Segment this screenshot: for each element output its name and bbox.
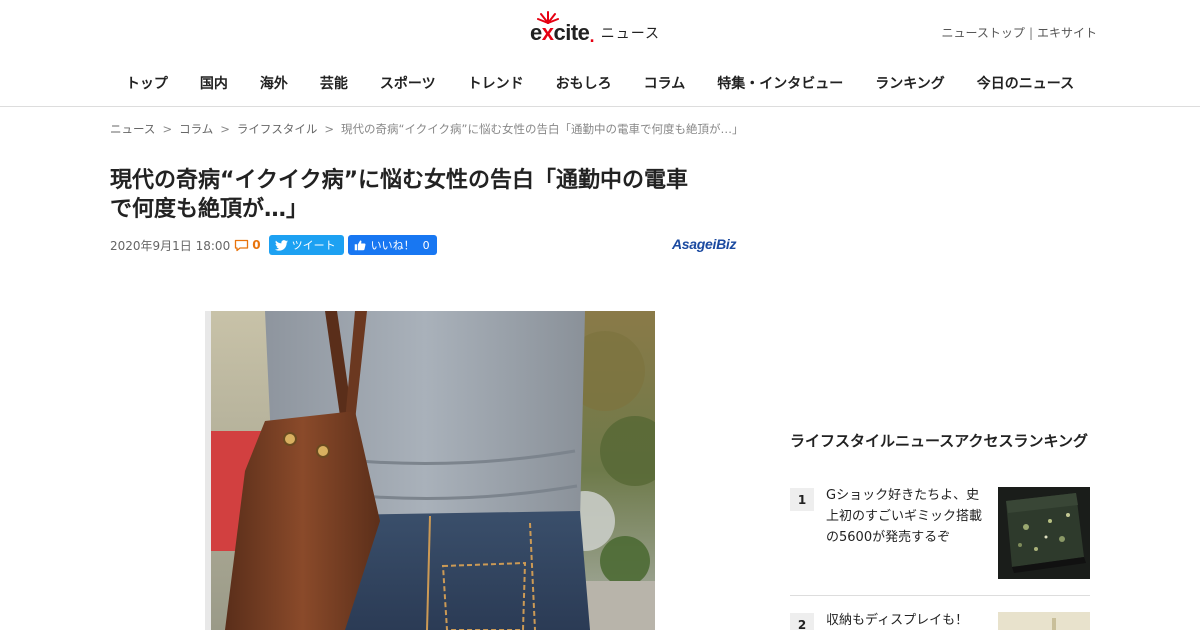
- ranking-headline[interactable]: Gショック好きたちよ、史上初のすごいギミック搭載の5600が発売するぞ: [826, 485, 990, 548]
- twitter-bird-icon: [274, 239, 288, 251]
- tweet-button[interactable]: ツイート: [268, 235, 344, 255]
- ranking-title: ライフスタイルニュースアクセスランキング: [790, 432, 1089, 450]
- comment-link[interactable]: 0: [234, 238, 261, 252]
- article-title-line1: 現代の奇病“イクイク病”に悩む女性の告白「通勤中の電車: [110, 168, 689, 193]
- nav-item-feature[interactable]: 特集・インタビュー: [701, 73, 859, 93]
- asagei-biz-logo[interactable]: AsageiBiz: [672, 236, 737, 252]
- ranking-item[interactable]: 1 Gショック好きたちよ、史上初のすごいギミック搭載の5600が発売するぞ: [790, 487, 1090, 587]
- article-photo: [205, 311, 655, 630]
- like-label: いいね！: [370, 239, 415, 252]
- excite-logo[interactable]: excite . ニュース: [530, 11, 661, 46]
- breadcrumb: ニュース > コラム > ライフスタイル > 現代の奇病“イクイク病”に悩む女性の告白「通勤…: [110, 121, 743, 137]
- gshock-box-image: [998, 487, 1090, 579]
- article-title-line2: で何度も絶頂が…」: [110, 197, 309, 222]
- breadcrumb-news[interactable]: ニュース: [110, 122, 155, 136]
- breadcrumb-current: 現代の奇病“イクイク病”に悩む女性の告白「通勤中の電車で何度も絶頂が…」: [341, 122, 744, 136]
- site-header: excite . ニュース ニューストップ | エキサイト トップ 国内 海外 芸能…: [0, 0, 1200, 107]
- breadcrumb-column[interactable]: コラム: [179, 122, 213, 136]
- nav-item-ranking[interactable]: ランキング: [859, 73, 961, 93]
- nav-item-funny[interactable]: おもしろ: [540, 73, 628, 93]
- comment-icon: [235, 239, 249, 251]
- logo-wordmark: excite: [530, 11, 590, 46]
- logo-section-label: ニュース: [600, 26, 661, 42]
- article-date: 2020年9月1日 18:00: [110, 238, 231, 253]
- comment-count: 0: [252, 238, 261, 252]
- ranking-thumbnail[interactable]: [998, 487, 1090, 579]
- header-links: ニューストップ | エキサイト: [942, 24, 1097, 41]
- ranking-divider: [790, 595, 1090, 596]
- breadcrumb-separator: >: [324, 122, 335, 136]
- ranking-thumbnail[interactable]: [998, 612, 1090, 630]
- nav-item-today[interactable]: 今日のニュース: [961, 73, 1090, 93]
- ranking-headline[interactable]: 収納もディスプレイも！: [826, 610, 990, 630]
- breadcrumb-lifestyle[interactable]: ライフスタイル: [237, 122, 318, 136]
- ranking-number: 2: [790, 613, 814, 630]
- article-meta: 2020年9月1日 18:00 0 ツイート いいね！ 0: [110, 235, 437, 255]
- tweet-label: ツイート: [291, 239, 336, 252]
- logo-sun-icon: [537, 11, 559, 24]
- ranking-item[interactable]: 2 収納もディスプレイも！: [790, 612, 1090, 630]
- nav-item-entertainment[interactable]: 芸能: [304, 73, 364, 93]
- like-count: 0: [422, 238, 430, 252]
- news-top-link[interactable]: ニューストップ: [942, 26, 1025, 40]
- nav-item-top[interactable]: トップ: [110, 73, 184, 93]
- category-nav: トップ 国内 海外 芸能 スポーツ トレンド おもしろ コラム 特集・インタビュ…: [0, 73, 1200, 93]
- nav-item-international[interactable]: 海外: [244, 73, 304, 93]
- storage-image: [998, 612, 1090, 630]
- nav-item-domestic[interactable]: 国内: [184, 73, 244, 93]
- ranking-number: 1: [790, 488, 814, 511]
- excite-link[interactable]: エキサイト: [1037, 26, 1097, 40]
- breadcrumb-separator: >: [162, 122, 173, 136]
- article-title: 現代の奇病“イクイク病”に悩む女性の告白「通勤中の電車 で何度も絶頂が…」: [110, 166, 760, 224]
- nav-item-sports[interactable]: スポーツ: [364, 73, 452, 93]
- like-button[interactable]: いいね！ 0: [347, 235, 437, 255]
- nav-item-trend[interactable]: トレンド: [452, 73, 540, 93]
- article-photo-image: [205, 311, 655, 630]
- logo-dot: .: [589, 30, 595, 46]
- link-separator: |: [1028, 26, 1033, 40]
- breadcrumb-separator: >: [220, 122, 230, 136]
- nav-item-column[interactable]: コラム: [628, 73, 702, 93]
- thumbs-up-icon: [354, 240, 366, 251]
